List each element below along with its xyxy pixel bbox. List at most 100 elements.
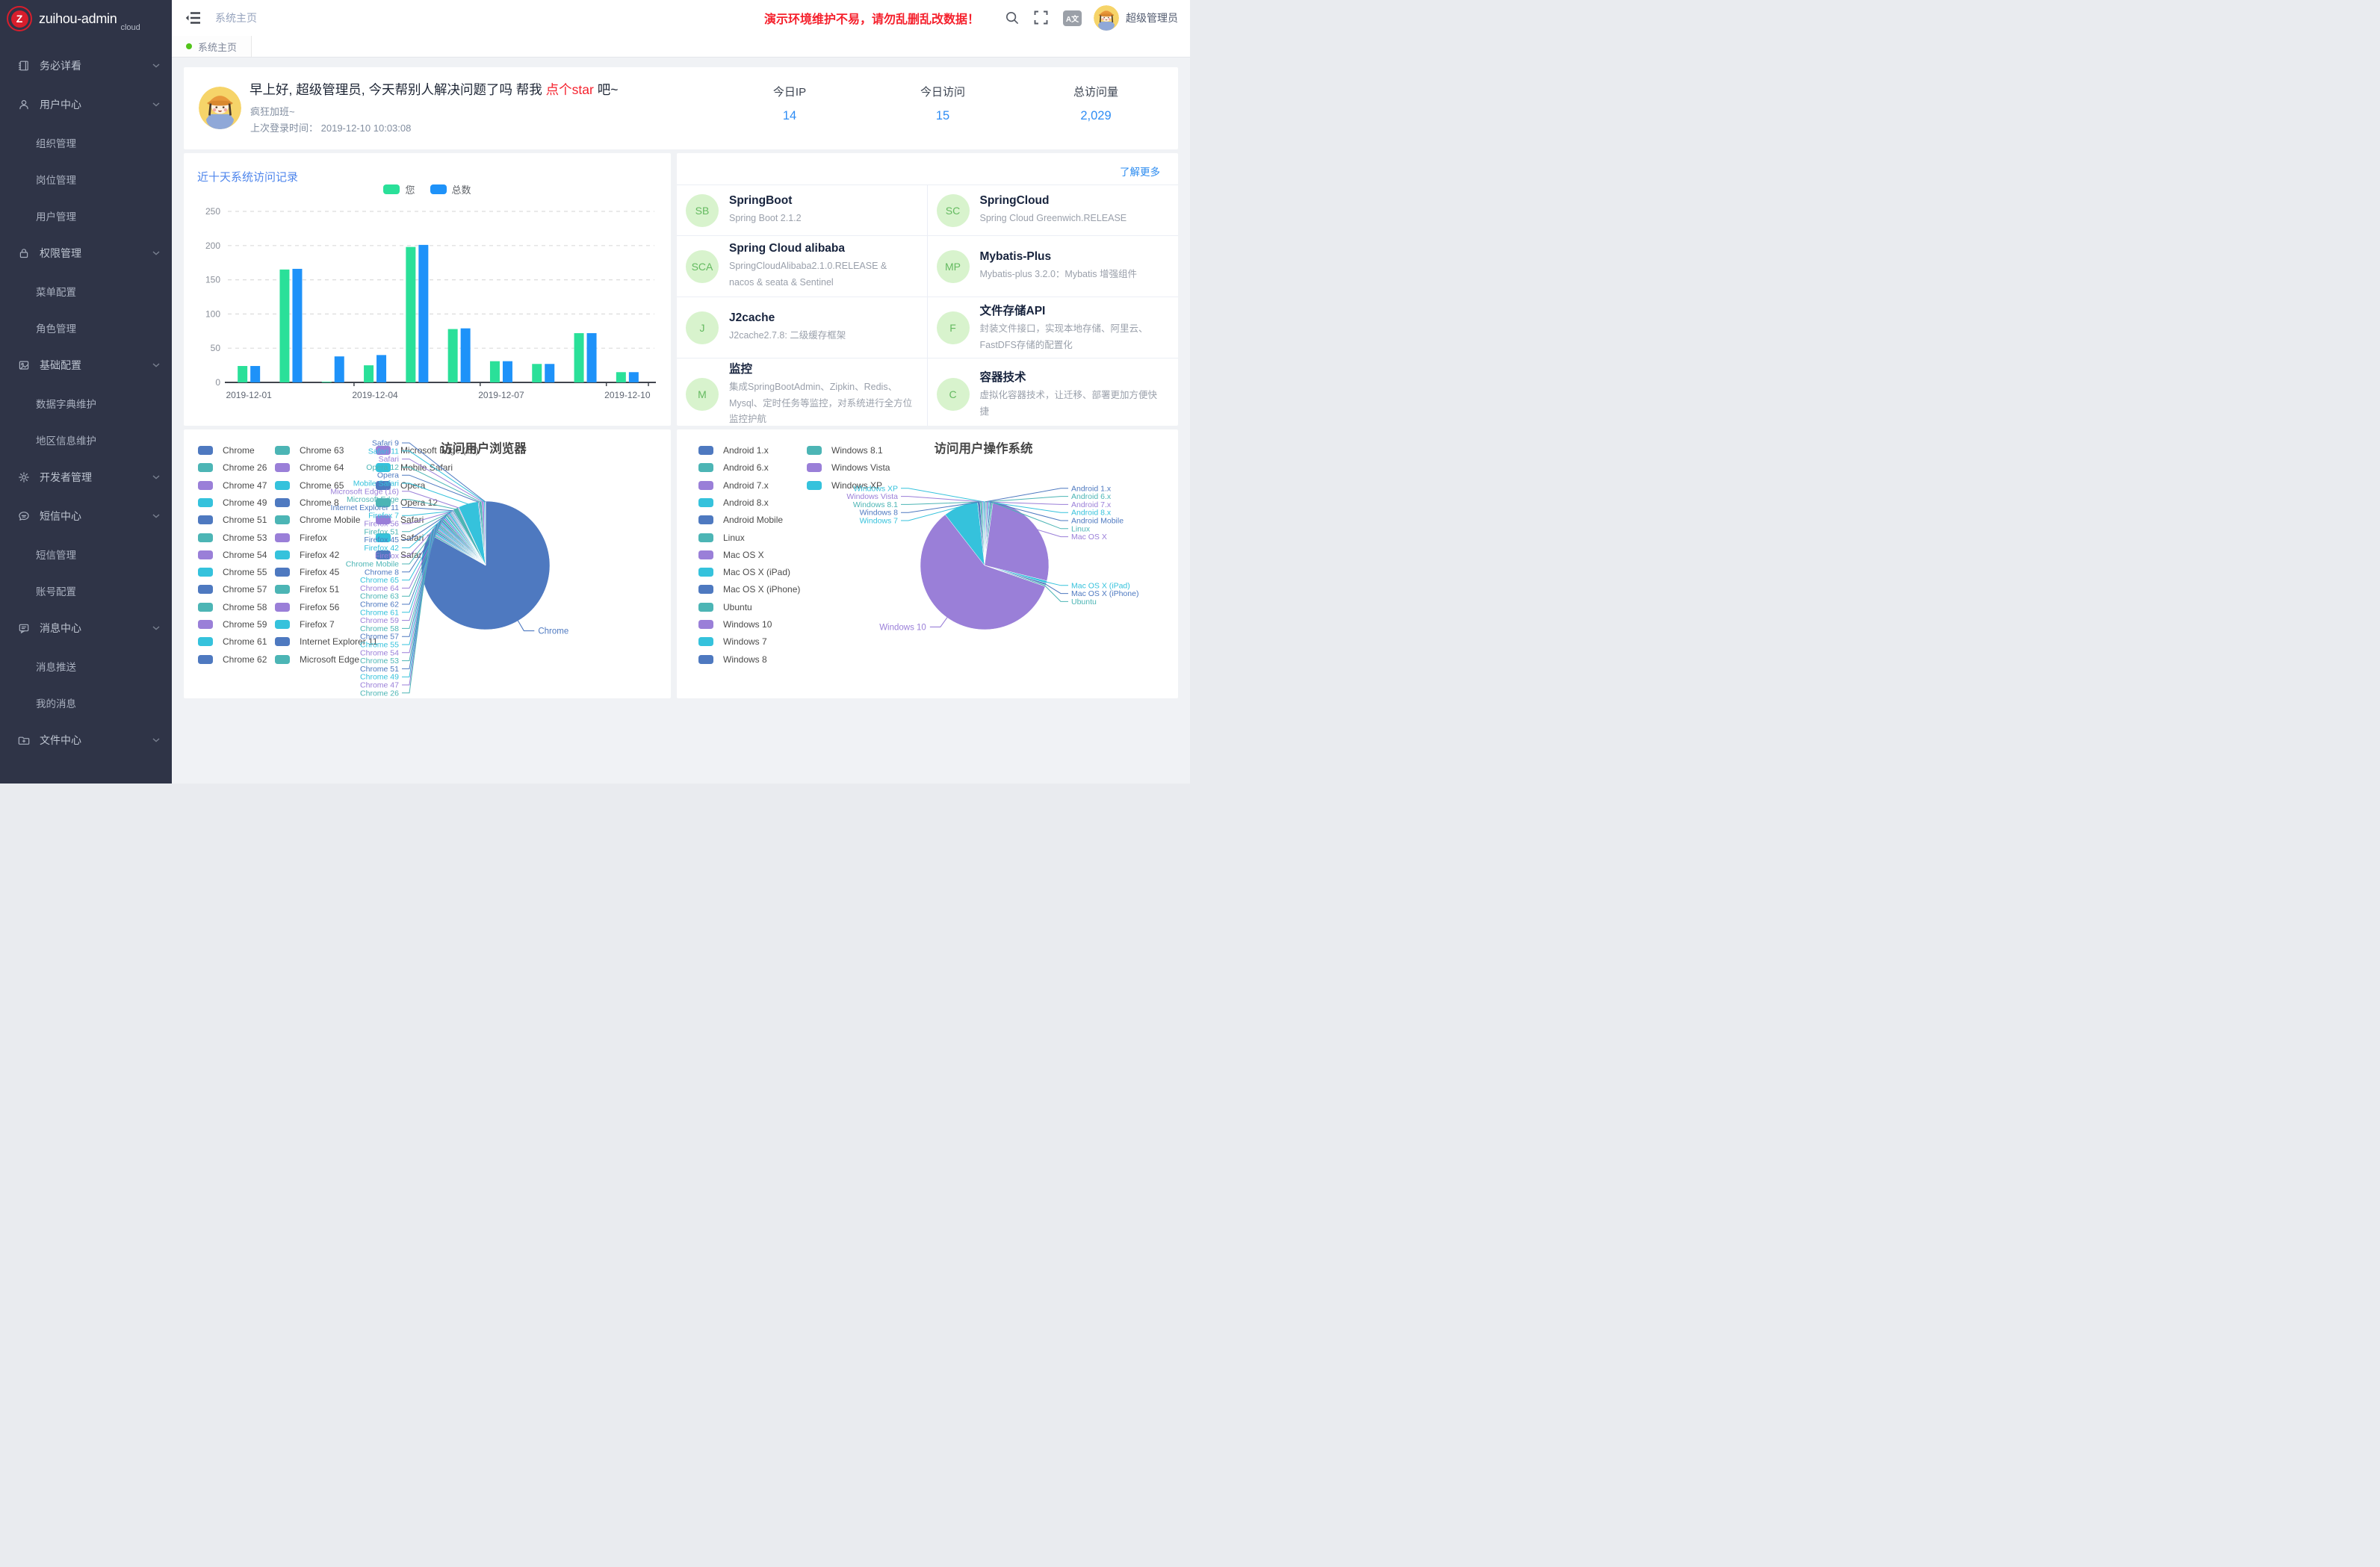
legend-swatch <box>376 515 391 524</box>
sidebar-item-务必详看[interactable]: 务必详看 <box>0 46 172 85</box>
sidebar-item-用户管理[interactable]: 用户管理 <box>0 197 172 234</box>
legend-item-Windows Vista[interactable]: Windows Vista <box>807 462 890 473</box>
legend-item-Android 7.x[interactable]: Android 7.x <box>698 480 769 491</box>
sidebar-item-消息推送[interactable]: 消息推送 <box>0 648 172 684</box>
legend-item-Mobile Safari[interactable]: Mobile Safari <box>376 462 453 473</box>
sidebar-item-label: 消息推送 <box>36 659 76 674</box>
menu-collapse-icon[interactable] <box>185 11 201 25</box>
legend-item-Chrome 61[interactable]: Chrome 61 <box>198 636 267 647</box>
legend-item-Mac OS X (iPad)[interactable]: Mac OS X (iPad) <box>698 567 790 577</box>
user-avatar[interactable] <box>1094 5 1119 31</box>
legend-item-Windows 7[interactable]: Windows 7 <box>698 636 767 647</box>
sidebar-item-角色管理[interactable]: 角色管理 <box>0 309 172 346</box>
username[interactable]: 超级管理员 <box>1126 10 1178 25</box>
legend-item-Chrome 51[interactable]: Chrome 51 <box>198 515 267 525</box>
legend-item-Chrome 64[interactable]: Chrome 64 <box>275 462 344 473</box>
legend-item-Chrome 54[interactable]: Chrome 54 <box>198 550 267 560</box>
sidebar-item-基础配置[interactable]: 基础配置 <box>0 346 172 385</box>
legend-item-Android 8.x[interactable]: Android 8.x <box>698 497 769 508</box>
legend-item-Safari 11[interactable]: Safari 11 <box>376 533 436 543</box>
legend-item-Microsoft Edge (16)[interactable]: Microsoft Edge (16) <box>376 445 479 456</box>
legend-item-Safari[interactable]: Safari <box>376 515 424 525</box>
legend-item-Windows 10[interactable]: Windows 10 <box>698 619 772 630</box>
legend-item-Linux[interactable]: Linux <box>698 533 745 543</box>
legend-item-Chrome 47[interactable]: Chrome 47 <box>198 480 267 491</box>
sidebar-item-账号配置[interactable]: 账号配置 <box>0 572 172 609</box>
legend-item-Windows 8[interactable]: Windows 8 <box>698 654 767 665</box>
legend-item-Firefox 45[interactable]: Firefox 45 <box>275 567 339 577</box>
search-icon[interactable] <box>1005 10 1020 25</box>
sidebar-item-地区信息维护[interactable]: 地区信息维护 <box>0 421 172 458</box>
legend-item-Chrome 49[interactable]: Chrome 49 <box>198 497 267 508</box>
legend-item-总数[interactable]: 总数 <box>430 182 471 196</box>
translate-icon[interactable]: A文 <box>1063 10 1082 26</box>
fullscreen-icon[interactable] <box>1034 10 1049 25</box>
pie-slice-Windows XP <box>983 501 985 565</box>
learn-more-link[interactable]: 了解更多 <box>1120 164 1160 179</box>
legend-item-Android Mobile[interactable]: Android Mobile <box>698 515 783 525</box>
legend-item-Internet Explorer 11[interactable]: Internet Explorer 11 <box>275 636 378 647</box>
legend-label: Android 8.x <box>723 497 769 508</box>
legend-swatch <box>698 515 713 524</box>
legend-item-Chrome Mobile[interactable]: Chrome Mobile <box>275 515 360 525</box>
legend-item-Chrome 59[interactable]: Chrome 59 <box>198 619 267 630</box>
tech-card-监控[interactable]: M监控集成SpringBootAdmin、Zipkin、Redis、Mysql、… <box>677 359 928 426</box>
legend-item-Mac OS X (iPhone)[interactable]: Mac OS X (iPhone) <box>698 584 800 595</box>
legend-item-Opera 12[interactable]: Opera 12 <box>376 497 438 508</box>
legend-item-Chrome 26[interactable]: Chrome 26 <box>198 462 267 473</box>
sidebar-item-开发者管理[interactable]: 开发者管理 <box>0 458 172 497</box>
sidebar-item-数据字典维护[interactable]: 数据字典维护 <box>0 385 172 421</box>
legend-item-Chrome[interactable]: Chrome <box>198 445 255 456</box>
tech-card-SpringBoot[interactable]: SBSpringBootSpring Boot 2.1.2 <box>677 185 928 236</box>
legend-item-Ubuntu[interactable]: Ubuntu <box>698 602 752 612</box>
svg-text:Ubuntu: Ubuntu <box>1071 598 1097 606</box>
legend-label: Chrome 65 <box>300 480 344 491</box>
tech-card-Mybatis-Plus[interactable]: MPMybatis-PlusMybatis-plus 3.2.0：Mybatis… <box>928 236 1179 297</box>
legend-item-Safari 9[interactable]: Safari 9 <box>376 550 431 560</box>
legend-item-Firefox 56[interactable]: Firefox 56 <box>275 602 339 612</box>
tab-home[interactable]: 系统主页 <box>172 36 252 57</box>
legend-item-Windows XP[interactable]: Windows XP <box>807 480 882 491</box>
legend-swatch <box>275 481 290 490</box>
sidebar-item-组织管理[interactable]: 组织管理 <box>0 124 172 161</box>
legend-item-Windows 8.1[interactable]: Windows 8.1 <box>807 445 883 456</box>
sidebar-item-消息中心[interactable]: 消息中心 <box>0 609 172 648</box>
legend-item-Firefox[interactable]: Firefox <box>275 533 327 543</box>
tech-card-容器技术[interactable]: C容器技术虚拟化容器技术，让迁移、部署更加方便快捷 <box>928 359 1179 426</box>
legend-item-Opera[interactable]: Opera <box>376 480 425 491</box>
legend-swatch <box>198 603 213 612</box>
legend-item-Chrome 65[interactable]: Chrome 65 <box>275 480 344 491</box>
legend-item-您[interactable]: 您 <box>383 182 415 196</box>
legend-item-Microsoft Edge[interactable]: Microsoft Edge <box>275 654 359 665</box>
sidebar-item-岗位管理[interactable]: 岗位管理 <box>0 161 172 197</box>
sidebar-item-菜单配置[interactable]: 菜单配置 <box>0 273 172 309</box>
legend-item-Chrome 58[interactable]: Chrome 58 <box>198 602 267 612</box>
breadcrumb[interactable]: 系统主页 <box>215 10 257 25</box>
legend-item-Chrome 62[interactable]: Chrome 62 <box>198 654 267 665</box>
sidebar-item-用户中心[interactable]: 用户中心 <box>0 85 172 124</box>
legend-label: Microsoft Edge (16) <box>400 445 479 456</box>
sidebar-item-短信中心[interactable]: 短信中心 <box>0 497 172 536</box>
legend-item-Chrome 8[interactable]: Chrome 8 <box>275 497 339 508</box>
tech-card-J2cache[interactable]: JJ2cacheJ2cache2.7.8: 二级缓存框架 <box>677 297 928 359</box>
legend-item-Chrome 57[interactable]: Chrome 57 <box>198 584 267 595</box>
tech-card-文件存储API[interactable]: F文件存储API封装文件接口，实现本地存储、阿里云、FastDFS存储的配置化 <box>928 297 1179 359</box>
star-link[interactable]: 点个star <box>546 82 594 97</box>
legend-swatch <box>275 620 290 629</box>
legend-item-Mac OS X[interactable]: Mac OS X <box>698 550 764 560</box>
legend-item-Android 6.x[interactable]: Android 6.x <box>698 462 769 473</box>
sidebar-item-文件中心[interactable]: 文件中心 <box>0 721 172 760</box>
legend-item-Chrome 55[interactable]: Chrome 55 <box>198 567 267 577</box>
legend-item-Firefox 7[interactable]: Firefox 7 <box>275 619 335 630</box>
legend-item-Android 1.x[interactable]: Android 1.x <box>698 445 769 456</box>
legend-item-Chrome 63[interactable]: Chrome 63 <box>275 445 344 456</box>
sidebar-item-我的消息[interactable]: 我的消息 <box>0 684 172 721</box>
legend-item-Firefox 42[interactable]: Firefox 42 <box>275 550 339 560</box>
tech-card-SpringCloud[interactable]: SCSpringCloudSpring Cloud Greenwich.RELE… <box>928 185 1179 236</box>
tech-card-Spring Cloud alibaba[interactable]: SCASpring Cloud alibabaSpringCloudAlibab… <box>677 236 928 297</box>
legend-item-Chrome 53[interactable]: Chrome 53 <box>198 533 267 543</box>
sidebar-item-权限管理[interactable]: 权限管理 <box>0 234 172 273</box>
legend-item-Firefox 51[interactable]: Firefox 51 <box>275 584 339 595</box>
sidebar-item-短信管理[interactable]: 短信管理 <box>0 536 172 572</box>
app-logo[interactable]: Z zuihou-admin cloud <box>0 0 172 37</box>
